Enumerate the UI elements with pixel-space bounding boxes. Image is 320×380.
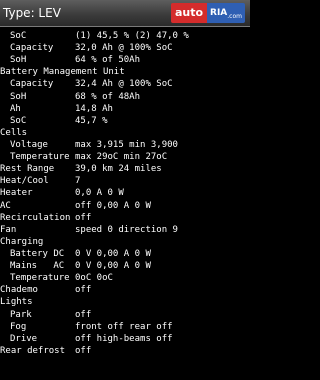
status-row: Heater 0,0 A 0 W [0, 187, 250, 199]
row-label: Rest Range [0, 164, 55, 175]
row-value: 0 V 0,00 A 0 W [75, 248, 151, 259]
row-value: off [75, 345, 92, 356]
status-row: Rear defrost off [0, 345, 250, 357]
row-label: Recirculation [0, 212, 71, 223]
logo-ria-word: RIA [210, 8, 228, 18]
row-label: Temperature [10, 152, 70, 163]
row-label: Heat/Cool [0, 176, 49, 187]
row-value: 39,0 km 24 miles [75, 164, 162, 175]
status-row: Recirculation off [0, 212, 250, 224]
row-label: Rear defrost [0, 345, 66, 356]
status-row: SoH 68 % of 48Ah [0, 91, 250, 103]
status-row: Capacity 32,0 Ah @ 100% SoC [0, 42, 250, 54]
row-label: Heater [0, 188, 33, 199]
row-label: AC [0, 200, 11, 211]
row-label: Park [10, 309, 32, 320]
row-value: off [75, 212, 92, 223]
row-value: speed 0 direction 9 [75, 224, 178, 235]
row-label: Mains AC [10, 261, 65, 272]
status-row: Rest Range 39,0 km 24 miles [0, 163, 250, 175]
section-header: Cells [0, 127, 250, 139]
status-row: Battery DC 0 V 0,00 A 0 W [0, 248, 250, 260]
row-label: Lights [0, 297, 33, 308]
section-header: Charging [0, 236, 250, 248]
status-row: Park off [0, 309, 250, 321]
section-header: Lights [0, 296, 250, 308]
row-label: Fan [0, 224, 17, 235]
row-value: 14,8 Ah [75, 103, 113, 114]
row-label: SoH [10, 91, 27, 102]
row-label: Drive [10, 333, 38, 344]
row-value: front off rear off [75, 321, 173, 332]
status-row: Temperature 0oC 0oC [0, 272, 250, 284]
status-row: SoC 45,7 % [0, 115, 250, 127]
status-row: SoC (1) 45,5 % (2) 47,0 % [0, 30, 250, 42]
row-label: Temperature [10, 273, 70, 284]
row-label: Battery DC [10, 248, 65, 259]
title-bar: Type: LEV auto RIA.com [0, 0, 250, 27]
status-row: Drive off high-beams off [0, 333, 250, 345]
row-value: 0oC 0oC [75, 273, 113, 284]
logo-auto-text: auto [170, 3, 208, 23]
status-row: Capacity 32,4 Ah @ 100% SoC [0, 78, 250, 90]
status-row: Fog front off rear off [0, 321, 250, 333]
logo-ria-text: RIA.com [207, 3, 245, 23]
autoria-watermark-logo: auto RIA.com [170, 3, 245, 23]
row-label: Voltage [10, 139, 48, 150]
row-value: off [75, 285, 92, 296]
status-row: Chademo off [0, 284, 250, 296]
row-value: 68 % of 48Ah [75, 91, 141, 102]
status-row: Mains AC 0 V 0,00 A 0 W [0, 260, 250, 272]
row-value: off 0,00 A 0 W [75, 200, 151, 211]
row-value: max 3,915 min 3,900 [75, 139, 178, 150]
row-value: max 29oC min 27oC [75, 152, 168, 163]
row-label: Capacity [10, 79, 54, 90]
row-value: 32,4 Ah @ 100% SoC [75, 79, 173, 90]
status-row: SoH 64 % of 50Ah [0, 54, 250, 66]
status-row: Ah 14,8 Ah [0, 103, 250, 115]
status-row: Heat/Cool 7 [0, 175, 250, 187]
row-value: off [75, 309, 92, 320]
row-value: 0,0 A 0 W [75, 188, 124, 199]
row-label: SoH [10, 55, 27, 66]
status-row: Temperature max 29oC min 27oC [0, 151, 250, 163]
logo-ria-domain: .com [227, 12, 242, 20]
row-label: Capacity [10, 43, 54, 54]
row-value: 32,0 Ah @ 100% SoC [75, 43, 173, 54]
section-header: Battery Management Unit [0, 66, 250, 78]
row-label: Chademo [0, 285, 38, 296]
row-label: Fog [10, 321, 27, 332]
row-label: SoC [10, 115, 27, 126]
row-label: Charging [0, 236, 44, 247]
row-value: 45,7 % [75, 115, 108, 126]
row-value: off high-beams off [75, 333, 173, 344]
row-label: Ah [10, 103, 21, 114]
status-list: SoC (1) 45,5 % (2) 47,0 % Capacity 32,0 Ah … [0, 30, 250, 357]
row-value: 7 [75, 176, 81, 187]
status-row: Fan speed 0 direction 9 [0, 224, 250, 236]
row-value: 0 V 0,00 A 0 W [75, 261, 151, 272]
row-value: (1) 45,5 % (2) 47,0 % [75, 31, 189, 41]
row-label: Cells [0, 127, 28, 138]
row-label: SoC [10, 31, 27, 41]
status-row: Voltage max 3,915 min 3,900 [0, 139, 250, 151]
row-label: Battery Management Unit [0, 67, 125, 78]
row-value: 64 % of 50Ah [75, 55, 141, 66]
status-row: AC off 0,00 A 0 W [0, 200, 250, 212]
window-title: Type: LEV [3, 6, 61, 20]
